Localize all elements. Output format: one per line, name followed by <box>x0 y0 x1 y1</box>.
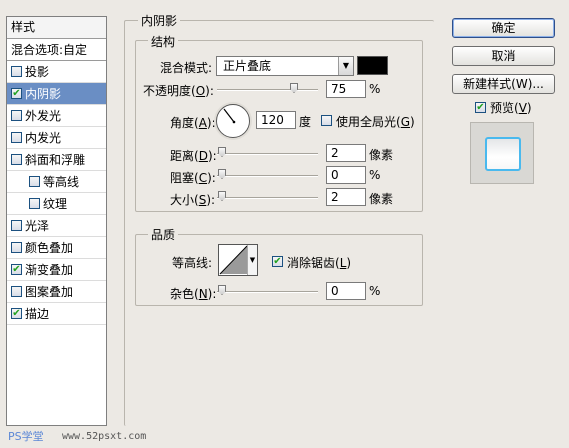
shadow-color-swatch[interactable] <box>357 56 388 75</box>
preview-label: 预览(V) <box>490 101 532 115</box>
style-item-label: 纹理 <box>43 196 68 211</box>
structure-title: 结构 <box>148 33 179 50</box>
size-slider[interactable] <box>217 197 318 199</box>
style-item-label: 光泽 <box>25 218 50 233</box>
style-item[interactable]: 图案叠加 <box>7 281 106 303</box>
choke-label: 阻塞(C): <box>170 171 216 185</box>
size-unit: 像素 <box>369 192 394 206</box>
style-item-label: 斜面和浮雕 <box>25 152 86 167</box>
style-item-checkbox[interactable] <box>11 286 22 297</box>
distance-label: 距离(D): <box>170 149 217 163</box>
angle-field[interactable]: 120 <box>256 111 296 129</box>
style-item[interactable]: 颜色叠加 <box>7 237 106 259</box>
style-item-checkbox[interactable] <box>11 242 22 253</box>
noise-label: 杂色(N): <box>170 287 217 301</box>
style-item-label: 内阴影 <box>25 86 62 101</box>
style-item[interactable]: 光泽 <box>7 215 106 237</box>
distance-slider[interactable] <box>217 153 318 155</box>
style-item-checkbox[interactable] <box>11 308 22 319</box>
style-item[interactable]: 内阴影 <box>7 83 106 105</box>
watermark-url: www.52psxt.com <box>62 431 147 442</box>
noise-field[interactable]: 0 <box>326 282 366 300</box>
blend-options-item[interactable]: 混合选项:自定 <box>7 39 106 61</box>
style-preview <box>470 122 534 184</box>
style-item-label: 颜色叠加 <box>25 240 74 255</box>
opacity-field[interactable]: 75 <box>326 80 366 98</box>
style-item[interactable]: 描边 <box>7 303 106 325</box>
noise-unit: % <box>369 284 381 298</box>
size-field[interactable]: 2 <box>326 188 366 206</box>
angle-unit: 度 <box>299 115 312 129</box>
style-item-checkbox[interactable] <box>11 264 22 275</box>
contour-curve-icon <box>219 245 248 275</box>
cancel-button[interactable]: 取消 <box>452 46 555 66</box>
preview-checkbox[interactable] <box>475 102 486 113</box>
style-item[interactable]: 渐变叠加 <box>7 259 106 281</box>
size-label: 大小(S): <box>170 193 216 207</box>
contour-picker[interactable]: ▼ <box>218 244 258 276</box>
style-item-label: 投影 <box>25 64 50 79</box>
angle-label: 角度(A): <box>170 116 216 130</box>
blend-mode-value: 正片叠底 <box>223 59 272 73</box>
watermark-logo: PS学堂 <box>8 430 44 443</box>
opacity-slider[interactable] <box>217 89 318 91</box>
distance-unit: 像素 <box>369 148 394 162</box>
style-item[interactable]: 纹理 <box>7 193 106 215</box>
preview-swatch <box>485 137 521 171</box>
distance-field[interactable]: 2 <box>326 144 366 162</box>
style-item-label: 等高线 <box>43 174 80 189</box>
opacity-unit: % <box>369 82 381 96</box>
global-light-label: 使用全局光(G) <box>336 115 415 129</box>
style-item-checkbox[interactable] <box>11 88 22 99</box>
ok-button[interactable]: 确定 <box>452 18 555 38</box>
style-item-checkbox[interactable] <box>11 132 22 143</box>
style-item-checkbox[interactable] <box>29 176 40 187</box>
style-item-checkbox[interactable] <box>11 66 22 77</box>
angle-dial[interactable] <box>216 104 250 138</box>
blend-mode-label: 混合模式: <box>160 61 213 75</box>
style-item[interactable]: 等高线 <box>7 171 106 193</box>
choke-slider[interactable] <box>217 175 318 177</box>
style-item-checkbox[interactable] <box>29 198 40 209</box>
style-item-label: 图案叠加 <box>25 284 74 299</box>
style-item-label: 渐变叠加 <box>25 262 74 277</box>
chevron-down-icon[interactable]: ▼ <box>247 245 257 275</box>
style-item[interactable]: 斜面和浮雕 <box>7 149 106 171</box>
style-item[interactable]: 内发光 <box>7 127 106 149</box>
style-item-checkbox[interactable] <box>11 220 22 231</box>
global-light-checkbox[interactable] <box>321 115 332 126</box>
angle-needle-icon <box>223 108 236 124</box>
style-item-label: 外发光 <box>25 108 62 123</box>
style-list-header: 样式 <box>7 17 106 39</box>
style-list: 样式 混合选项:自定 投影内阴影外发光内发光斜面和浮雕等高线纹理光泽颜色叠加渐变… <box>6 16 107 426</box>
style-item-checkbox[interactable] <box>11 154 22 165</box>
antialias-checkbox[interactable] <box>272 256 283 267</box>
choke-unit: % <box>369 168 381 182</box>
choke-field[interactable]: 0 <box>326 166 366 184</box>
antialias-label: 消除锯齿(L) <box>287 256 352 270</box>
style-item-checkbox[interactable] <box>11 110 22 121</box>
opacity-label: 不透明度(O): <box>143 84 214 98</box>
blend-mode-select[interactable]: 正片叠底 ▼ <box>216 56 354 76</box>
quality-title: 品质 <box>148 226 179 243</box>
new-style-button[interactable]: 新建样式(W)... <box>452 74 555 94</box>
style-item[interactable]: 投影 <box>7 61 106 83</box>
contour-label: 等高线: <box>172 256 213 270</box>
style-item[interactable]: 外发光 <box>7 105 106 127</box>
noise-slider[interactable] <box>217 291 318 293</box>
style-item-label: 内发光 <box>25 130 62 145</box>
style-item-label: 描边 <box>25 306 50 321</box>
chevron-down-icon: ▼ <box>338 57 353 75</box>
inner-shadow-title: 内阴影 <box>138 12 181 29</box>
